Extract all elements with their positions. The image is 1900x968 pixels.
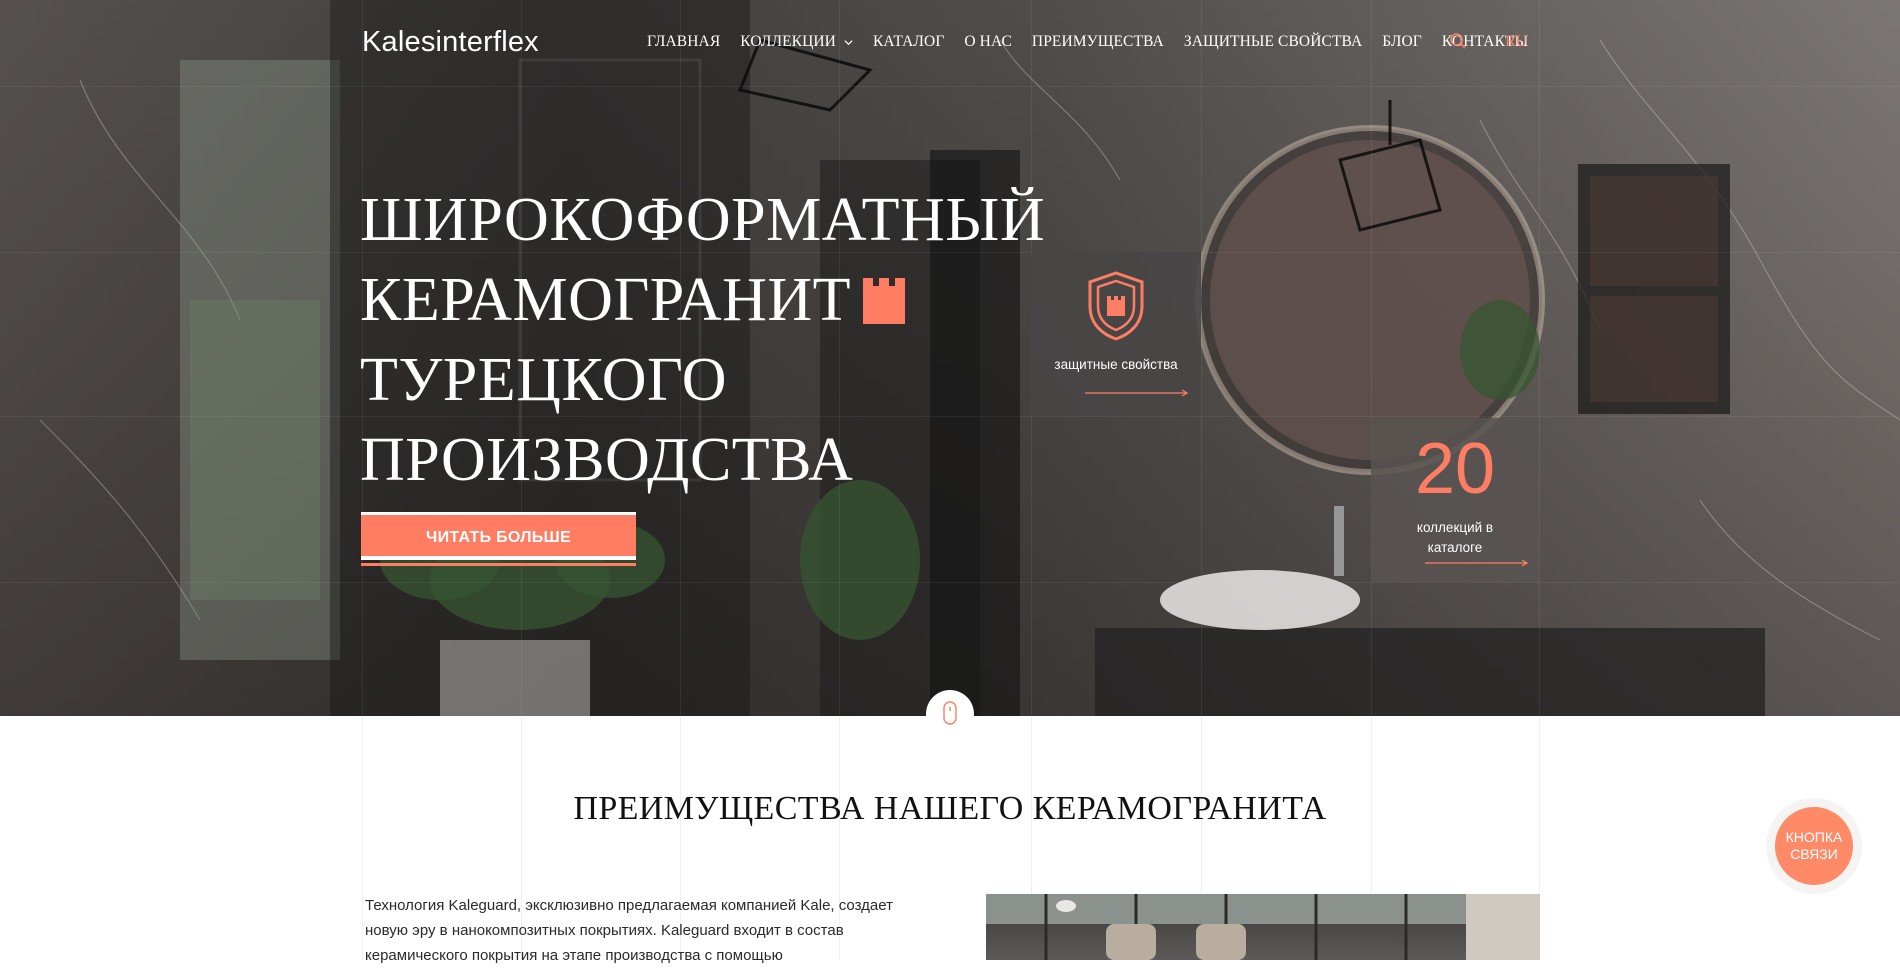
- language-switcher[interactable]: RU: [1505, 33, 1527, 51]
- contact-button-line-1: КНОПКА: [1785, 829, 1843, 845]
- collections-caption-line-1: коллекций в: [1416, 520, 1494, 535]
- site-logo[interactable]: Kalesinterflex: [362, 26, 539, 59]
- tower-icon: [863, 277, 906, 324]
- nav-item-home[interactable]: ГЛАВНАЯ: [647, 33, 720, 51]
- collections-caption: коллекций в каталоге: [1371, 518, 1539, 558]
- contact-button[interactable]: КНОПКА СВЯЗИ: [1766, 798, 1862, 894]
- search-icon[interactable]: [1449, 32, 1467, 50]
- chevron-down-icon: [844, 39, 853, 45]
- nav-item-catalog[interactable]: КАТАЛОГ: [873, 33, 944, 51]
- headline-line-3: ТУРЕЦКОГО: [360, 346, 728, 414]
- headline-line-1: ШИРОКОФОРМАТНЫЙ: [360, 186, 1046, 254]
- headline-line-2-text: КЕРАМОГРАНИТ: [360, 266, 852, 334]
- nav-item-protective-properties[interactable]: ЗАЩИТНЫЕ СВОЙСТВА: [1184, 33, 1362, 51]
- site-header: Kalesinterflex ГЛАВНАЯ КОЛЛЕКЦИИ КАТАЛОГ…: [0, 0, 1900, 86]
- arrow-right-icon: [1425, 559, 1529, 567]
- shield-icon: [1088, 271, 1144, 341]
- protective-properties-label: защитные свойства: [1054, 357, 1178, 372]
- headline-line-4: ПРОИЗВОДСТВА: [360, 426, 854, 494]
- protective-properties-card[interactable]: защитные свойства: [1031, 252, 1201, 416]
- scroll-down-indicator[interactable]: [926, 690, 974, 738]
- contact-button-line-2: СВЯЗИ: [1790, 846, 1838, 862]
- nav-item-label: ГЛАВНАЯ: [647, 33, 721, 50]
- nav-item-collections[interactable]: КОЛЛЕКЦИИ: [740, 33, 853, 51]
- arrow-right-icon: [1085, 389, 1189, 397]
- nav-item-blog[interactable]: БЛОГ: [1382, 33, 1422, 51]
- interior-photo-illustration: [986, 894, 1540, 960]
- nav-item-advantages[interactable]: ПРЕИМУЩЕСТВА: [1032, 33, 1164, 51]
- nav-item-label: КОЛЛЕКЦИИ: [740, 33, 836, 50]
- mouse-icon: [943, 701, 957, 725]
- hero-headline: ШИРОКОФОРМАТНЫЙ КЕРАМОГРАНИТ ТУРЕЦКОГО П…: [360, 180, 1080, 500]
- read-more-button[interactable]: ЧИТАТЬ БОЛЬШЕ: [361, 512, 636, 566]
- nav-item-about[interactable]: О НАС: [964, 33, 1012, 51]
- collections-count-card[interactable]: 20 коллекций в каталоге: [1371, 418, 1539, 582]
- nav-item-label: ЗАЩИТНЫЕ СВОЙСТВА: [1183, 33, 1363, 50]
- section-interior-photo: [986, 894, 1540, 960]
- headline-line-2: КЕРАМОГРАНИТ: [360, 260, 1080, 340]
- main-nav: ГЛАВНАЯ КОЛЛЕКЦИИ КАТАЛОГ О НАС ПРЕИМУЩЕ…: [647, 33, 1548, 51]
- section-title: ПРЕИМУЩЕСТВА НАШЕГО КЕРАМОГРАНИТА: [573, 790, 1327, 827]
- nav-item-label: КАТАЛОГ: [872, 33, 945, 50]
- nav-item-label: О НАС: [964, 33, 1012, 50]
- nav-item-label: ПРЕИМУЩЕСТВА: [1031, 33, 1164, 50]
- collections-caption-line-2: каталоге: [1427, 540, 1483, 555]
- nav-item-label: БЛОГ: [1382, 33, 1422, 50]
- collections-count: 20: [1414, 429, 1496, 509]
- section-grid-overlay: [0, 716, 1900, 960]
- section-description: Технология Kaleguard, эксклюзивно предла…: [365, 897, 893, 964]
- contact-button-label: КНОПКА СВЯЗИ: [1775, 807, 1853, 885]
- hero-banner: Kalesinterflex ГЛАВНАЯ КОЛЛЕКЦИИ КАТАЛОГ…: [0, 0, 1900, 716]
